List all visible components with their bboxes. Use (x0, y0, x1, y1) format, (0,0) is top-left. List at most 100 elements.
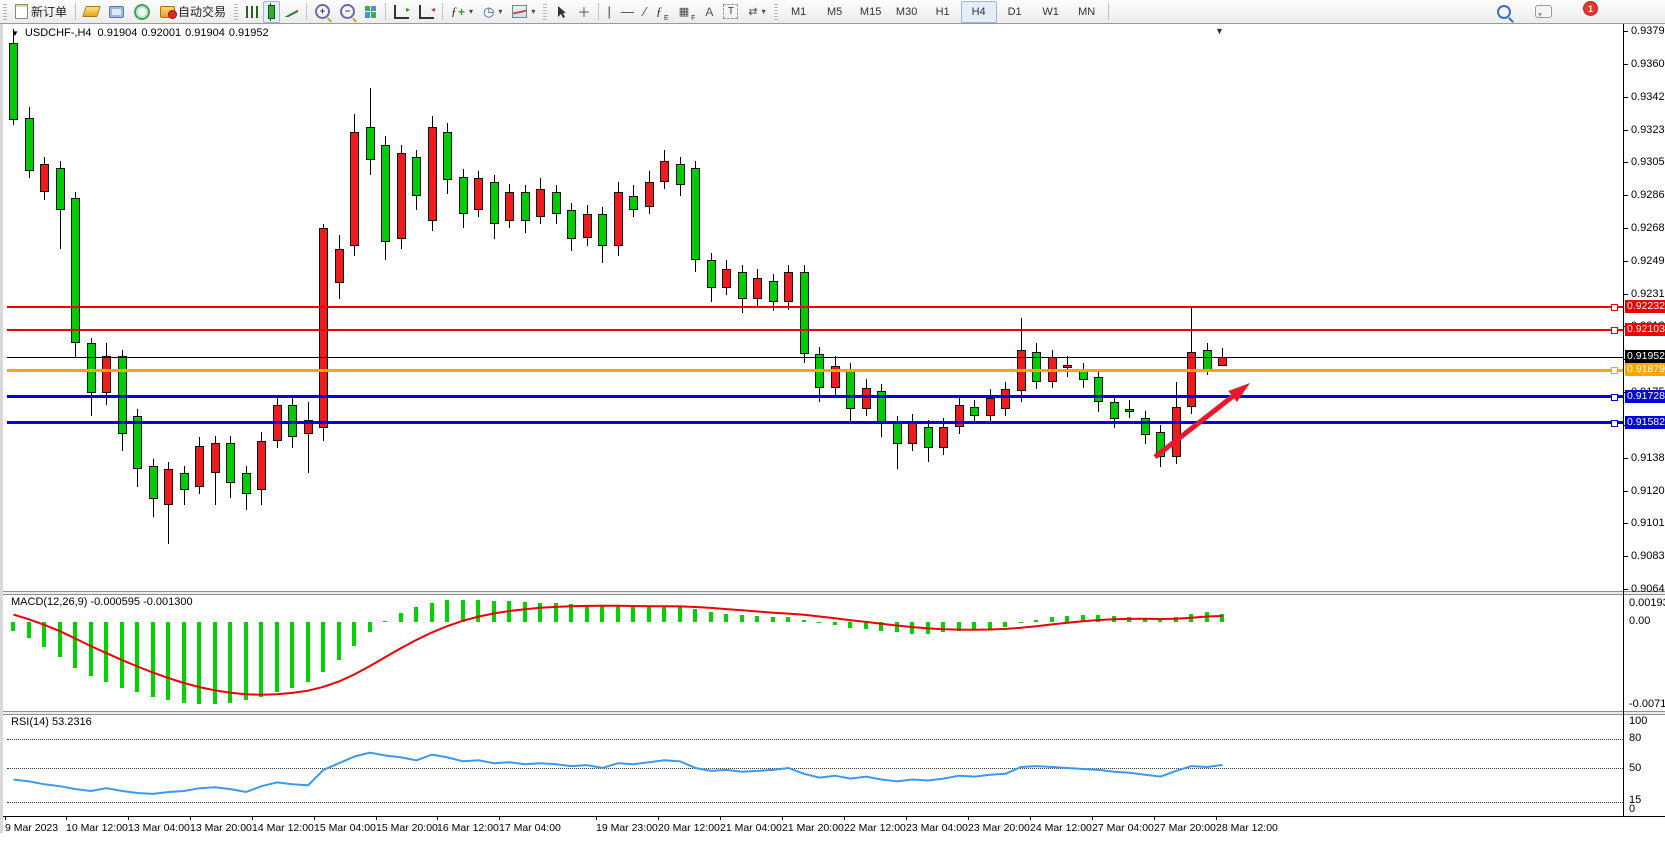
toolbar-grip (234, 4, 238, 20)
macd-histogram-bar (848, 622, 852, 628)
level-line[interactable] (7, 357, 1623, 358)
level-line-handle[interactable] (1611, 304, 1618, 311)
level-line-handle[interactable] (1611, 420, 1618, 427)
candle (71, 198, 80, 344)
candle (552, 192, 561, 213)
auto-scroll-button[interactable] (389, 1, 414, 23)
time-tick-mark (1216, 816, 1217, 820)
timeframe-d1[interactable]: D1 (997, 1, 1033, 23)
channel-button[interactable]: ▦F (674, 1, 701, 23)
market-watch-button[interactable] (79, 1, 104, 23)
price-tick-mark (1623, 64, 1628, 65)
bar-chart-button[interactable] (241, 1, 263, 23)
cursor-button[interactable] (550, 1, 572, 23)
candle (319, 228, 328, 429)
candle (629, 196, 638, 210)
macd-histogram-bar (197, 622, 201, 704)
macd-histogram-bar (27, 622, 31, 638)
time-tick-mark (314, 816, 315, 820)
annotation-arrow-head[interactable] (1228, 383, 1250, 402)
trendline-button[interactable]: ∕ (639, 1, 651, 23)
time-label: 19 Mar 23:00 (596, 822, 658, 834)
line-chart-button[interactable] (280, 1, 303, 23)
new-order-button[interactable]: 新订单 (10, 1, 72, 23)
timeframe-m5[interactable]: M5 (817, 1, 853, 23)
macd-histogram-bar (337, 622, 341, 660)
chart-shift-marker[interactable]: ▼ (1215, 26, 1224, 36)
crosshair-button[interactable]: ＋ (572, 1, 595, 23)
auto-trading-button[interactable]: 自动交易 (155, 1, 231, 23)
price-tick-label: 0.91015 (1631, 517, 1665, 529)
vertical-line-button[interactable]: | (602, 1, 615, 23)
templates-button[interactable]: ▾ (507, 1, 540, 23)
notification-badge: 1 (1583, 1, 1598, 16)
periods-button[interactable]: ◷ ▾ (478, 1, 507, 23)
search-icon (1497, 5, 1511, 19)
level-line[interactable] (7, 395, 1623, 398)
macd-histogram-bar (988, 622, 992, 629)
macd-histogram-bar (383, 621, 387, 622)
macd-histogram-bar (740, 615, 744, 622)
candle (846, 370, 855, 409)
rsi-axis-100: 100 (1629, 715, 1647, 727)
macd-histogram-bar (135, 622, 139, 692)
timeframe-h1[interactable]: H1 (925, 1, 961, 23)
level-line[interactable] (7, 369, 1623, 372)
candle (335, 249, 344, 283)
macd-panel-separator[interactable] (3, 591, 1665, 595)
zoom-in-button[interactable]: + (310, 1, 335, 23)
notifications-button[interactable] (1530, 1, 1557, 23)
level-line[interactable] (7, 306, 1623, 308)
terminal-button[interactable] (104, 1, 129, 23)
macd-histogram-bar (275, 622, 279, 692)
rsi-axis-0: 0 (1629, 803, 1635, 815)
time-tick-mark (376, 816, 377, 820)
arrows-button[interactable]: ⇄ ▾ (743, 1, 770, 23)
candle (707, 260, 716, 288)
timeframe-m15[interactable]: M15 (853, 1, 889, 23)
time-tick-mark (720, 816, 721, 820)
level-line-handle[interactable] (1611, 394, 1618, 401)
time-label: 22 Mar 12:00 (844, 822, 906, 834)
macd-histogram-bar (228, 622, 232, 703)
horizontal-line-button[interactable]: — (616, 1, 639, 23)
search-button[interactable] (1492, 1, 1516, 23)
time-label: 23 Mar 04:00 (906, 822, 968, 834)
macd-histogram-bar (352, 622, 356, 646)
fibonacci-button[interactable]: ƒE (651, 1, 674, 23)
timeframe-m1[interactable]: M1 (781, 1, 817, 23)
signals-button[interactable] (129, 1, 155, 23)
candlestick-chart-button[interactable] (263, 1, 280, 23)
timeframe-h4[interactable]: H4 (961, 1, 997, 23)
gold-bar-icon (82, 6, 101, 17)
indicators-button[interactable]: ƒ+ ▾ (446, 1, 478, 23)
price-level-badge: 0.91879 (1625, 363, 1665, 376)
toolbar-grip (774, 4, 778, 20)
timeframe-w1[interactable]: W1 (1033, 1, 1069, 23)
macd-histogram-bar (724, 614, 728, 622)
candle (769, 281, 778, 302)
candle (1110, 402, 1119, 420)
level-line-handle[interactable] (1611, 327, 1618, 334)
time-tick-mark (1092, 816, 1093, 820)
main-toolbar: 新订单 自动交易 + − (0, 0, 1665, 24)
tile-windows-button[interactable] (360, 1, 382, 23)
chart-window[interactable]: ▼ USDCHF-,H4 0.91904 0.92001 0.91904 0.9… (0, 24, 1665, 833)
text-label-button[interactable]: T (718, 1, 743, 23)
rsi-axis-80: 80 (1629, 732, 1641, 744)
rsi-label: RSI(14) 53.2316 (11, 716, 92, 728)
chart-shift-button[interactable] (414, 1, 439, 23)
timeframe-mn[interactable]: MN (1069, 1, 1105, 23)
rsi-panel-separator[interactable] (3, 711, 1665, 715)
price-tick-mark (1623, 556, 1628, 557)
zoom-out-button[interactable]: − (335, 1, 360, 23)
level-line[interactable] (7, 329, 1623, 331)
text-button[interactable]: A (700, 1, 718, 23)
price-tick-mark (1623, 162, 1628, 163)
price-tick-label: 0.92865 (1631, 189, 1665, 201)
level-line[interactable] (7, 421, 1623, 424)
timeframe-m30[interactable]: M30 (889, 1, 925, 23)
macd-histogram-bar (461, 600, 465, 622)
price-tick-label: 0.93790 (1631, 25, 1665, 37)
level-line-handle[interactable] (1611, 367, 1618, 374)
